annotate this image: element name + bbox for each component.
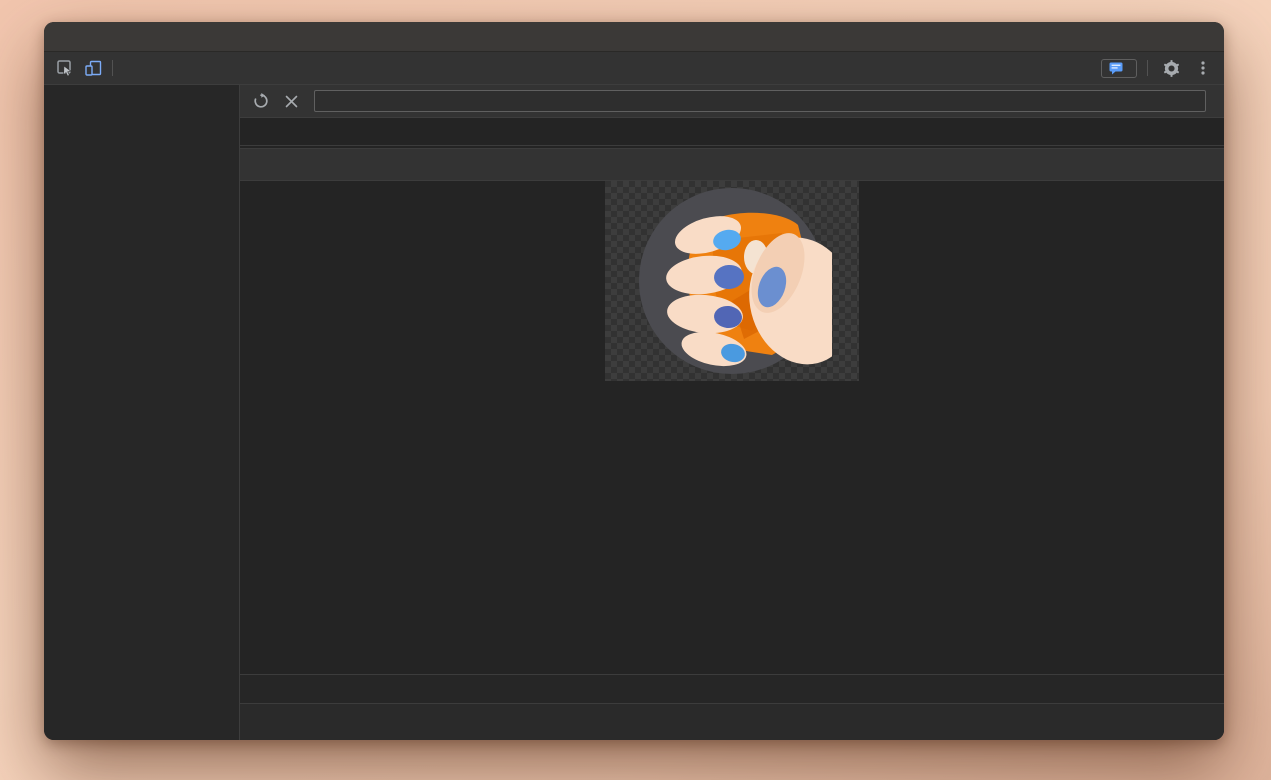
- image-status-bar: [240, 674, 1224, 703]
- refresh-icon[interactable]: [248, 89, 274, 113]
- kebab-menu-icon[interactable]: [1190, 56, 1216, 80]
- devtools-tabbar: [44, 52, 1224, 85]
- squoosh-logo-image: [632, 181, 832, 381]
- traffic-lights: [57, 22, 109, 51]
- close-window-button[interactable]: [57, 31, 69, 43]
- titlebar: [44, 22, 1224, 52]
- issues-bubble-icon: [1109, 62, 1124, 75]
- delete-selected-icon[interactable]: [278, 89, 304, 113]
- application-sidebar: [44, 85, 240, 740]
- preview-area: [240, 181, 1224, 674]
- total-entries-bar: [240, 703, 1224, 740]
- resource-pane-tabs: [240, 148, 1224, 181]
- device-toolbar-icon[interactable]: [80, 56, 106, 80]
- zoom-window-button[interactable]: [97, 31, 109, 43]
- devtools-window: [44, 22, 1224, 740]
- issues-button[interactable]: [1101, 59, 1137, 78]
- minimize-window-button[interactable]: [77, 31, 89, 43]
- cache-filter-toolbar: [240, 85, 1224, 118]
- inspect-element-icon[interactable]: [52, 56, 78, 80]
- preview-image[interactable]: [605, 181, 859, 381]
- settings-gear-icon[interactable]: [1158, 56, 1184, 80]
- toolbar-divider: [1147, 60, 1148, 76]
- cache-table-header[interactable]: [240, 118, 1224, 146]
- toolbar-divider: [112, 60, 113, 76]
- filter-by-path-input[interactable]: [314, 90, 1206, 112]
- more-tabs-button[interactable]: [121, 52, 141, 84]
